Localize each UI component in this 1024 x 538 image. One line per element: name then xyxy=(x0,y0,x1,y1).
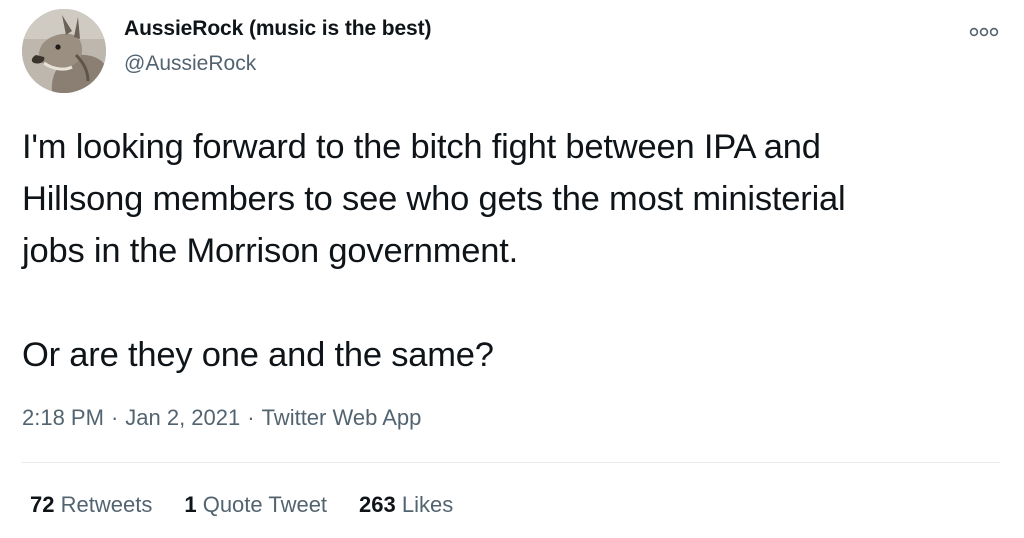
engagement-stats: 72 Retweets 1 Quote Tweet 263 Likes xyxy=(30,492,453,518)
quote-tweets-count: 1 xyxy=(184,492,197,517)
quote-tweets-stat[interactable]: 1 Quote Tweet xyxy=(184,492,327,518)
more-options-icon xyxy=(969,27,999,37)
likes-label: Likes xyxy=(401,492,454,517)
tweet-paragraph: I'm looking forward to the bitch fight b… xyxy=(22,128,846,270)
tweet-date[interactable]: Jan 2, 2021 xyxy=(125,405,240,430)
retweets-label: Retweets xyxy=(60,492,153,517)
likes-count: 263 xyxy=(359,492,396,517)
likes-stat[interactable]: 263 Likes xyxy=(359,492,453,518)
tweet-time[interactable]: 2:18 PM xyxy=(22,405,104,430)
more-options-button[interactable] xyxy=(969,25,999,39)
avatar[interactable] xyxy=(22,9,106,93)
retweets-stat[interactable]: 72 Retweets xyxy=(30,492,152,518)
display-name[interactable]: AussieRock (music is the best) xyxy=(124,17,432,41)
meta-separator: · xyxy=(247,405,255,430)
tweet-text: I'm looking forward to the bitch fight b… xyxy=(22,121,992,381)
quote-tweets-label: Quote Tweet xyxy=(202,492,328,517)
wallaby-avatar-icon xyxy=(22,9,106,93)
tweet-source[interactable]: Twitter Web App xyxy=(262,405,422,430)
tweet-metadata: 2:18 PM · Jan 2, 2021 · Twitter Web App xyxy=(22,405,421,431)
tweet-card: AussieRock (music is the best) @AussieRo… xyxy=(0,0,1024,538)
retweets-count: 72 xyxy=(30,492,55,517)
divider xyxy=(22,462,1000,463)
meta-separator: · xyxy=(110,405,119,430)
tweet-paragraph: Or are they one and the same? xyxy=(22,336,494,374)
user-handle[interactable]: @AussieRock xyxy=(124,52,256,76)
